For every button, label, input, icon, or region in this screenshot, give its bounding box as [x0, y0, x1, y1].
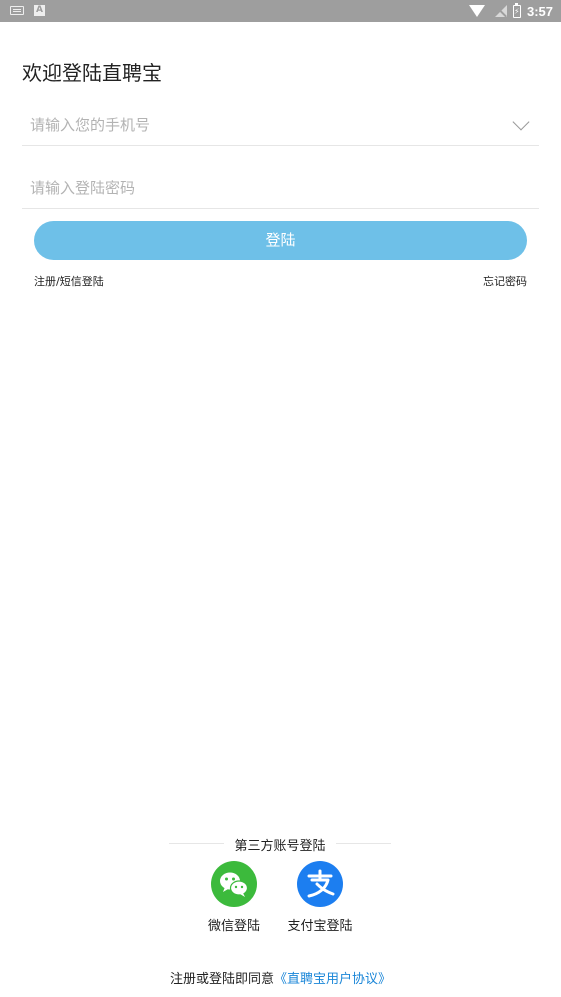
agreement-prefix: 注册或登陆即同意 [169, 972, 274, 987]
wifi-icon [468, 5, 485, 17]
agreement-text: 注册或登陆即同意《直聘宝用户协议》 [0, 968, 561, 987]
wechat-login-button[interactable]: 微信登陆 [189, 861, 279, 934]
page-title: 欢迎登陆直聘宝 [22, 61, 162, 85]
third-party-heading-row: 第三方账号登陆 [169, 835, 391, 855]
status-time: 3:57 [526, 3, 553, 19]
user-agreement-link[interactable]: 《直聘宝用户协议》 [274, 972, 391, 987]
alipay-login-label: 支付宝登陆 [287, 919, 353, 934]
status-bar: A ⚡ 3:57 [0, 0, 561, 22]
a-icon: A [34, 5, 45, 16]
status-icons: ⚡ 3:57 [468, 0, 553, 22]
wechat-icon[interactable] [211, 861, 257, 907]
alipay-icon[interactable] [297, 861, 343, 907]
chevron-down-icon[interactable] [512, 113, 530, 131]
no-signal-icon [494, 5, 507, 17]
alipay-login-button[interactable]: 支付宝登陆 [275, 861, 365, 934]
battery-icon: ⚡ [512, 2, 521, 18]
keyboard-icon [10, 6, 24, 15]
password-field-row [22, 169, 539, 209]
third-party-heading: 第三方账号登陆 [234, 839, 326, 854]
login-button[interactable]: 登陆 [34, 221, 527, 260]
phone-input[interactable] [30, 106, 500, 144]
battery-charging-glyph: ⚡ [513, 6, 520, 16]
forgot-password-link[interactable]: 忘记密码 [483, 273, 527, 289]
wechat-login-label: 微信登陆 [207, 919, 260, 934]
password-input[interactable] [30, 169, 500, 207]
divider-right [336, 843, 391, 844]
phone-field-row [22, 106, 539, 146]
register-sms-link[interactable]: 注册/短信登陆 [34, 273, 104, 289]
